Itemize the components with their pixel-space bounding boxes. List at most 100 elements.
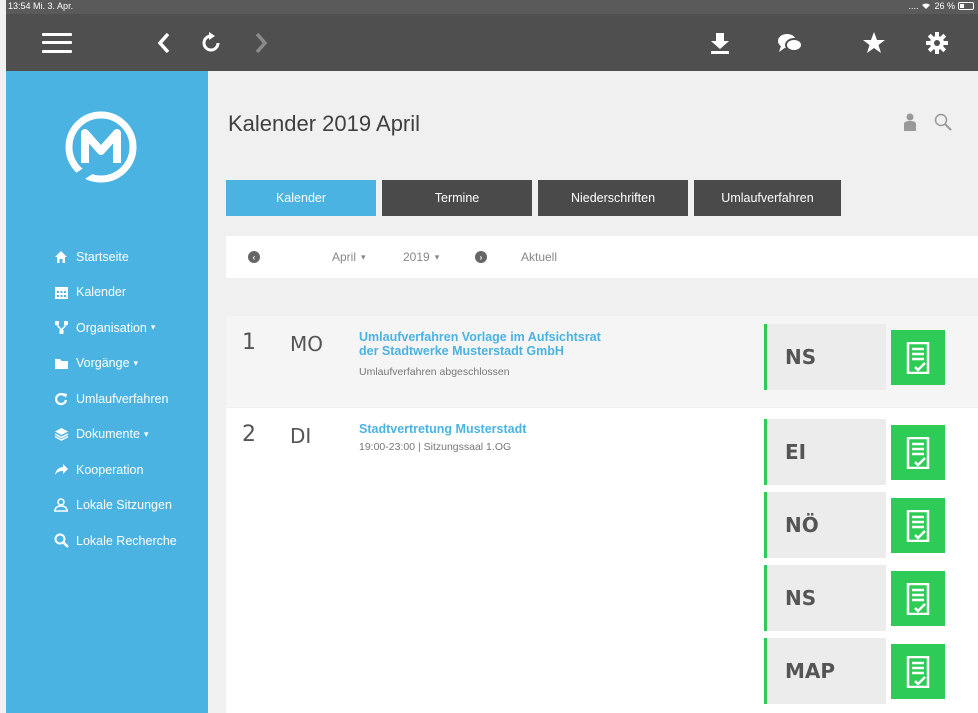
hamburger-icon — [42, 32, 72, 53]
document-row: NS — [764, 565, 949, 631]
document-check-icon — [906, 582, 930, 615]
calendar-icon — [53, 284, 69, 300]
document-row: MAP — [764, 638, 949, 704]
tab-umlaufverfahren[interactable]: Umlaufverfahren — [694, 180, 841, 216]
settings-button[interactable] — [925, 14, 949, 71]
gear-icon — [926, 31, 948, 54]
chevron-down-icon: ▾ — [133, 357, 139, 368]
sidebar-item-label: Dokumente — [76, 427, 140, 442]
tab-niederschriften[interactable]: Niederschriften — [538, 180, 688, 216]
document-open-button[interactable] — [891, 330, 945, 385]
next-month-button[interactable]: › — [475, 236, 487, 278]
sidebar-item-organisation[interactable]: Organisation ▾ — [6, 310, 208, 346]
sidebar-item-lokale-sitzungen[interactable]: Lokale Sitzungen — [6, 488, 208, 524]
sidebar-item-lokale-recherche[interactable]: Lokale Recherche — [6, 523, 208, 559]
sidebar-item-label: Lokale Sitzungen — [76, 498, 172, 513]
document-type-label: NS — [764, 565, 886, 631]
chevron-right-icon — [255, 32, 268, 53]
download-icon — [711, 32, 729, 54]
sidebar-item-kalender[interactable]: Kalender — [6, 275, 208, 311]
sidebar-item-label: Kooperation — [76, 462, 144, 477]
document-open-button[interactable] — [891, 571, 945, 626]
chevron-down-icon: ▾ — [150, 322, 156, 333]
sidebar-item-startseite[interactable]: Startseite — [6, 239, 208, 275]
chevron-right-icon: › — [475, 251, 487, 263]
document-open-button[interactable] — [891, 425, 945, 480]
main-content: Kalender 2019 April Kalender Termine Nie… — [208, 71, 978, 713]
download-button[interactable] — [708, 14, 732, 71]
document-type-label: EI — [764, 419, 886, 485]
document-row: NS — [764, 324, 949, 390]
status-time: 13:54 Mi. 3. Apr. — [8, 1, 74, 11]
document-check-icon — [906, 655, 930, 688]
search-icon — [53, 533, 69, 549]
sidebar-item-label: Startseite — [76, 249, 129, 264]
sidebar-item-dokumente[interactable]: Dokumente ▾ — [6, 417, 208, 453]
tab-kalender[interactable]: Kalender — [226, 180, 376, 216]
year-value: 2019 — [403, 250, 430, 264]
battery-icon — [958, 2, 974, 10]
menu-button[interactable] — [40, 14, 74, 71]
sidebar-item-umlaufverfahren[interactable]: Umlaufverfahren — [6, 381, 208, 417]
sidebar-item-kooperation[interactable]: Kooperation — [6, 452, 208, 488]
star-icon — [863, 31, 885, 53]
share-arrow-icon — [53, 462, 69, 478]
previous-month-button[interactable]: ‹ — [248, 236, 260, 278]
month-value: April — [332, 250, 357, 264]
event-subtitle: 19:00-23:00 | Sitzungssaal 1.OG — [359, 441, 512, 453]
signal-dots: .... — [908, 1, 919, 11]
sidebar-item-label: Organisation — [76, 320, 147, 335]
document-check-icon — [906, 436, 930, 469]
home-icon — [53, 249, 69, 265]
view-tabs: Kalender Termine Niederschriften Umlaufv… — [226, 180, 847, 216]
sidebar-item-label: Kalender — [76, 285, 127, 300]
document-open-button[interactable] — [891, 498, 945, 553]
document-row: EI — [764, 419, 949, 485]
m-logo-icon — [65, 111, 137, 183]
back-button[interactable] — [152, 14, 176, 71]
sidebar-item-vorgaenge[interactable]: Vorgänge ▾ — [6, 346, 208, 382]
current-button[interactable]: Aktuell — [521, 236, 557, 278]
chevron-left-icon — [157, 32, 170, 53]
layers-icon — [53, 426, 69, 442]
event-title-line: Umlaufverfahren Vorlage im Aufsichtsrat — [359, 330, 601, 344]
app-logo[interactable] — [65, 111, 137, 183]
header-actions — [904, 113, 952, 136]
chevron-down-icon: ▾ — [361, 251, 366, 262]
favorites-button[interactable] — [861, 14, 887, 71]
event-title-line: der Stadtwerke Musterstadt GmbH — [359, 344, 564, 358]
chevron-down-icon: ▾ — [143, 428, 149, 439]
org-chart-icon — [53, 320, 69, 336]
document-check-icon — [906, 341, 930, 374]
year-select[interactable]: 2019 ▾ — [403, 236, 439, 278]
sidebar-item-label: Vorgänge — [76, 356, 130, 371]
document-check-icon — [906, 509, 930, 542]
refresh-icon — [53, 391, 69, 407]
sidebar-item-label: Lokale Recherche — [76, 533, 177, 548]
battery-percent: 26 % — [934, 1, 955, 11]
reload-icon — [202, 31, 220, 51]
event-title-link[interactable]: Umlaufverfahren Vorlage im Aufsichtsrat … — [359, 330, 601, 358]
people-icon — [53, 497, 69, 513]
search-icon — [934, 113, 952, 131]
tab-termine[interactable]: Termine — [382, 180, 532, 216]
search-button[interactable] — [934, 113, 952, 136]
document-row: NÖ — [764, 492, 949, 558]
event-subtitle: Umlaufverfahren abgeschlossen — [359, 366, 510, 378]
document-open-button[interactable] — [891, 644, 945, 699]
reload-button[interactable] — [198, 14, 224, 71]
forward-button[interactable] — [251, 14, 271, 71]
event-title-link[interactable]: Stadtvertretung Musterstadt — [359, 422, 526, 436]
sidebar-item-label: Umlaufverfahren — [76, 391, 169, 406]
status-right: .... 26 % — [908, 1, 974, 11]
chat-bubbles-icon — [778, 33, 803, 52]
month-select[interactable]: April ▾ — [332, 236, 366, 278]
user-button[interactable] — [904, 113, 916, 136]
calendar-day-row: 2 DI Stadtvertretung Musterstadt 19:00-2… — [226, 408, 978, 713]
chevron-down-icon: ▾ — [434, 251, 440, 262]
folder-icon — [53, 355, 69, 371]
top-toolbar — [6, 14, 978, 71]
sidebar: Startseite Kalender Organisation ▾ Vorgä… — [6, 71, 208, 713]
chat-button[interactable] — [776, 14, 804, 71]
event-title-line: Stadtvertretung Musterstadt — [359, 422, 527, 436]
